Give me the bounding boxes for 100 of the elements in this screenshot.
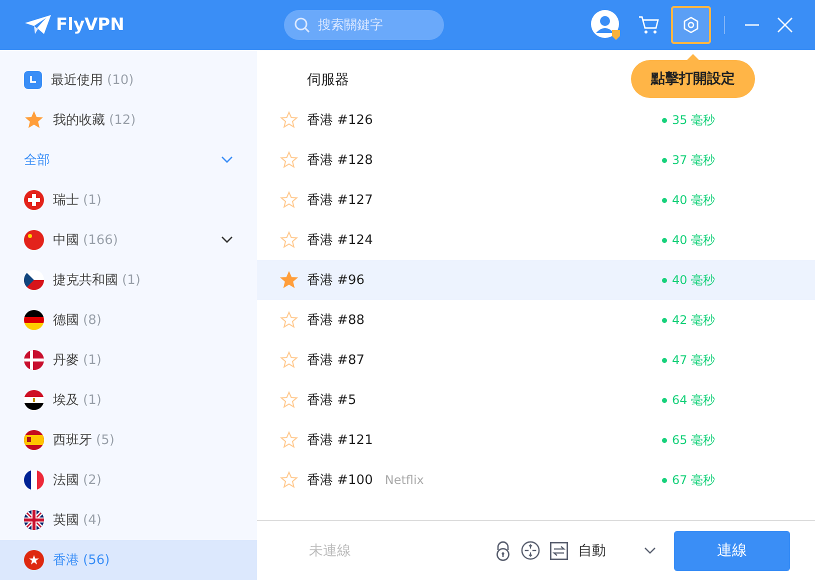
server-name: 香港 #96 xyxy=(307,272,365,289)
flag-icon xyxy=(24,430,44,450)
status-dot-icon xyxy=(662,438,667,442)
star-icon xyxy=(24,110,44,130)
status-dot-icon xyxy=(662,118,667,122)
server-row[interactable]: 香港 #127 40 毫秒 xyxy=(257,180,815,220)
padlock-icon[interactable] xyxy=(495,540,511,560)
search-icon xyxy=(294,17,310,33)
star-icon[interactable] xyxy=(280,311,298,329)
sidebar-item[interactable]: 德國 (8) xyxy=(0,300,257,340)
latency-text: 40 毫秒 xyxy=(672,192,716,208)
sidebar-item[interactable]: 法國 (2) xyxy=(0,460,257,500)
sidebar-label: 全部 xyxy=(24,152,50,169)
sidebar-label: 瑞士 (1) xyxy=(53,192,102,209)
sidebar-item[interactable]: 瑞士 (1) xyxy=(0,180,257,220)
sidebar-label: 我的收藏 (12) xyxy=(53,112,136,129)
router-icon[interactable] xyxy=(521,541,540,560)
server-row[interactable]: 香港 #88 42 毫秒 xyxy=(257,300,815,340)
server-name: 香港 #87 xyxy=(307,352,365,369)
server-name: 香港 #126 xyxy=(307,112,373,129)
sidebar-label: 丹麥 (1) xyxy=(53,352,102,369)
cart-icon[interactable] xyxy=(638,15,660,35)
latency-text: 40 毫秒 xyxy=(672,272,716,288)
close-icon[interactable] xyxy=(777,17,793,33)
sidebar-label: 英國 (4) xyxy=(53,512,102,529)
server-row[interactable]: 香港 #5 64 毫秒 xyxy=(257,380,815,420)
server-row[interactable]: 香港 #87 47 毫秒 xyxy=(257,340,815,380)
status-dot-icon xyxy=(662,318,667,322)
latency-text: 65 毫秒 xyxy=(672,432,716,448)
server-row[interactable]: 香港 #124 40 毫秒 xyxy=(257,220,815,260)
flag-icon xyxy=(24,350,44,370)
sidebar-label: 香港 (56) xyxy=(53,552,110,569)
settings-button[interactable] xyxy=(671,6,711,44)
server-name: 香港 #124 xyxy=(307,232,373,249)
flag-icon xyxy=(24,230,44,250)
server-name: 香港 #100 xyxy=(307,472,373,489)
server-row[interactable]: 香港 #121 65 毫秒 xyxy=(257,420,815,460)
sidebar-item[interactable]: 埃及 (1) xyxy=(0,380,257,420)
star-icon[interactable] xyxy=(280,271,298,289)
latency-text: 42 毫秒 xyxy=(672,312,716,328)
server-name: 香港 #128 xyxy=(307,152,373,169)
server-name: 香港 #5 xyxy=(307,392,356,409)
clock-icon xyxy=(24,71,42,89)
settings-icon xyxy=(682,16,700,34)
chevron-icon[interactable] xyxy=(221,236,233,244)
flag-icon xyxy=(24,310,44,330)
flag-icon xyxy=(24,390,44,410)
sidebar-item[interactable]: 中國 (166) xyxy=(0,220,257,260)
sidebar-label: 法國 (2) xyxy=(53,472,102,489)
avatar-icon[interactable] xyxy=(591,10,621,40)
server-row[interactable]: 香港 #96 40 毫秒 xyxy=(257,260,815,300)
latency-text: 40 毫秒 xyxy=(672,232,716,248)
star-icon[interactable] xyxy=(280,471,298,489)
sidebar-item[interactable]: 捷克共和國 (1) xyxy=(0,260,257,300)
latency-text: 37 毫秒 xyxy=(672,152,716,168)
star-icon[interactable] xyxy=(280,431,298,449)
flag-icon xyxy=(24,510,44,530)
sidebar-label: 最近使用 (10) xyxy=(51,72,134,89)
mode-dropdown[interactable]: 自動 xyxy=(578,542,656,560)
status-dot-icon xyxy=(662,238,667,242)
server-name: 香港 #121 xyxy=(307,432,373,449)
server-row[interactable]: 香港 #100 Netflix 67 毫秒 xyxy=(257,460,815,500)
sidebar-label: 西班牙 (5) xyxy=(53,432,114,449)
status-dot-icon xyxy=(662,398,667,402)
star-icon[interactable] xyxy=(280,111,298,129)
sidebar-item[interactable]: 丹麥 (1) xyxy=(0,340,257,380)
flag-icon xyxy=(24,470,44,490)
caret-icon xyxy=(644,546,656,554)
status-dot-icon xyxy=(662,158,667,162)
search-input[interactable]: 搜索關鍵字 xyxy=(316,16,440,34)
sidebar-item[interactable]: 英國 (4) xyxy=(0,500,257,540)
server-tag: Netflix xyxy=(384,473,424,487)
star-icon[interactable] xyxy=(280,351,298,369)
sidebar-item[interactable]: 西班牙 (5) xyxy=(0,420,257,460)
server-name: 香港 #127 xyxy=(307,192,373,209)
latency-text: 47 毫秒 xyxy=(672,352,716,368)
star-icon[interactable] xyxy=(280,231,298,249)
server-row[interactable]: 香港 #128 37 毫秒 xyxy=(257,140,815,180)
tooltip: 點擊打開設定 xyxy=(631,60,755,98)
sidebar-item[interactable]: 我的收藏 (12) xyxy=(0,100,257,140)
swap-icon[interactable] xyxy=(550,542,568,560)
column-header: 伺服器 xyxy=(307,72,349,88)
star-icon[interactable] xyxy=(280,151,298,169)
latency-text: 67 毫秒 xyxy=(672,472,716,488)
star-icon[interactable] xyxy=(280,391,298,409)
status-dot-icon xyxy=(662,278,667,282)
sidebar-label: 捷克共和國 (1) xyxy=(53,272,140,289)
flag-icon xyxy=(24,550,44,570)
tooltip-pointer xyxy=(687,54,699,60)
flag-icon xyxy=(24,190,44,210)
sidebar-label: 中國 (166) xyxy=(53,232,118,249)
search-field[interactable]: 搜索關鍵字 xyxy=(284,10,444,40)
paper-plane-icon xyxy=(24,14,52,36)
server-name: 香港 #88 xyxy=(307,312,365,329)
server-row[interactable]: 香港 #126 35 毫秒 xyxy=(257,100,815,140)
sidebar-item[interactable]: 最近使用 (10) xyxy=(0,60,257,100)
sidebar-label: 德國 (8) xyxy=(53,312,102,329)
sidebar-label: 埃及 (1) xyxy=(53,392,102,409)
status-dot-icon xyxy=(662,478,667,482)
star-icon[interactable] xyxy=(280,191,298,209)
